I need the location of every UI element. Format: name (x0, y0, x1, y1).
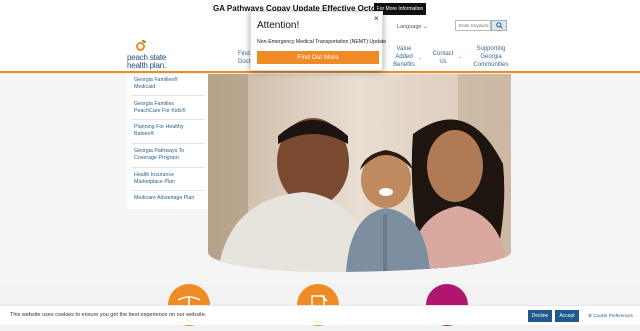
page: GA Pathways Copay Update Effective Octob… (0, 0, 640, 331)
divider (131, 95, 205, 96)
accept-cookies-button[interactable]: Accept (555, 310, 579, 322)
divider (131, 119, 205, 120)
settings-icon: ⚙ (588, 313, 593, 318)
sidebar-item-healthy-babies[interactable]: Planning For Healthy Babies® (134, 124, 183, 138)
divider (131, 167, 205, 168)
search-button[interactable] (491, 20, 507, 31)
attention-modal: × Attention! Non-Emergency Medical Trans… (250, 11, 387, 71)
cookie-banner: This website uses cookies to ensure you … (0, 305, 640, 325)
modal-title: Attention! (257, 20, 300, 31)
nav-contact-us[interactable]: Contact Us (432, 50, 454, 66)
plans-sidebar: Georgia Families® Medicaid Georgia Famil… (127, 74, 208, 209)
sidebar-item-medicare[interactable]: Medicare Advantage Plan (134, 195, 194, 202)
find-out-more-button[interactable]: Find Out More (257, 51, 379, 64)
peach-icon (136, 42, 145, 51)
sidebar-item-peachcare[interactable]: Georgia Families PeachCare For Kids® (134, 101, 186, 115)
nav-value-added-benefits[interactable]: Value Added Benefits (392, 45, 416, 69)
cookie-message: This website uses cookies to ensure you … (10, 312, 207, 318)
decline-cookies-button[interactable]: Decline (528, 310, 552, 322)
family-photo (208, 74, 511, 272)
search-icon (495, 22, 503, 29)
leaf-icon (142, 40, 146, 43)
cookie-preferences-link[interactable]: ⚙ Cookie Preferences (588, 313, 633, 319)
sidebar-item-pathways[interactable]: Georgia Pathways To Coverage Program (134, 148, 184, 162)
divider (131, 190, 205, 191)
nav-supporting-communities[interactable]: Supporting Georgia Communities (473, 45, 509, 69)
chevron-down-icon: ⌄ (418, 55, 423, 61)
chevron-down-icon: ⌄ (458, 54, 463, 60)
logo-text-line2: health plan. (127, 61, 166, 70)
cookie-preferences-label: Cookie Preferences (593, 313, 633, 318)
peach-state-logo[interactable]: peach state health plan. (127, 40, 177, 72)
modal-message: Non-Emergency Medical Transportation (NE… (257, 39, 387, 45)
close-icon[interactable]: × (374, 14, 379, 23)
divider (131, 143, 205, 144)
language-selector[interactable]: Language ⌄ (397, 24, 428, 30)
sidebar-item-marketplace[interactable]: Health Insurance Marketplace Plan (134, 172, 175, 186)
sidebar-item-medicaid[interactable]: Georgia Families® Medicaid (134, 77, 178, 91)
search-input[interactable] (455, 20, 491, 31)
